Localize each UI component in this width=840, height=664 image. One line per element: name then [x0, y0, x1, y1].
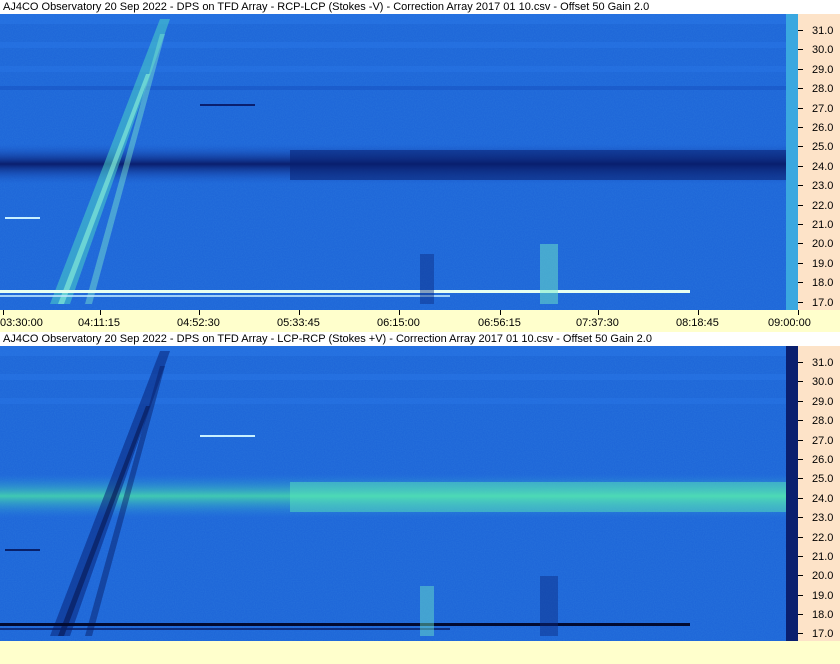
- y-tick: 25.0: [798, 472, 840, 486]
- top-spectrogram: [0, 14, 786, 310]
- y-tick: 27.0: [798, 434, 840, 448]
- y-tick: 28.0: [798, 82, 840, 96]
- y-tick: 18.0: [798, 276, 840, 290]
- bottom-side-strip: [786, 346, 798, 641]
- y-tick: 17.0: [798, 627, 840, 641]
- y-tick: 25.0: [798, 140, 840, 154]
- bottom-spectrogram: [0, 346, 786, 641]
- y-tick: 19.0: [798, 257, 840, 271]
- y-tick: 23.0: [798, 511, 840, 525]
- y-tick: 31.0: [798, 356, 840, 370]
- y-tick: 29.0: [798, 395, 840, 409]
- y-tick: 22.0: [798, 199, 840, 213]
- y-tick: 22.0: [798, 531, 840, 545]
- y-tick: 21.0: [798, 550, 840, 564]
- y-tick: 31.0: [798, 24, 840, 38]
- y-tick: 28.0: [798, 414, 840, 428]
- y-tick: 18.0: [798, 608, 840, 622]
- top-chart-title: AJ4CO Observatory 20 Sep 2022 - DPS on T…: [0, 0, 840, 14]
- y-tick: 23.0: [798, 179, 840, 193]
- bottom-bar: [0, 641, 840, 664]
- top-side-strip: [786, 14, 798, 310]
- y-tick: 30.0: [798, 43, 840, 57]
- y-tick: 20.0: [798, 569, 840, 583]
- y-tick: 17.0: [798, 296, 840, 310]
- top-y-axis: 31.0 30.0 29.0 28.0 27.0 26.0 25.0 24.0 …: [798, 14, 840, 310]
- y-tick: 24.0: [798, 160, 840, 174]
- y-tick: 26.0: [798, 121, 840, 135]
- y-tick: 29.0: [798, 63, 840, 77]
- y-tick: 21.0: [798, 218, 840, 232]
- bottom-chart-title: AJ4CO Observatory 20 Sep 2022 - DPS on T…: [0, 332, 840, 346]
- time-axis: 03:30:00 04:11:15 04:52:30 05:33:45 06:1…: [0, 310, 840, 332]
- y-tick: 19.0: [798, 589, 840, 603]
- y-tick: 26.0: [798, 453, 840, 467]
- bottom-y-axis: 31.0 30.0 29.0 28.0 27.0 26.0 25.0 24.0 …: [798, 346, 840, 641]
- y-tick: 27.0: [798, 102, 840, 116]
- y-tick: 30.0: [798, 375, 840, 389]
- y-tick: 24.0: [798, 492, 840, 506]
- y-tick: 20.0: [798, 237, 840, 251]
